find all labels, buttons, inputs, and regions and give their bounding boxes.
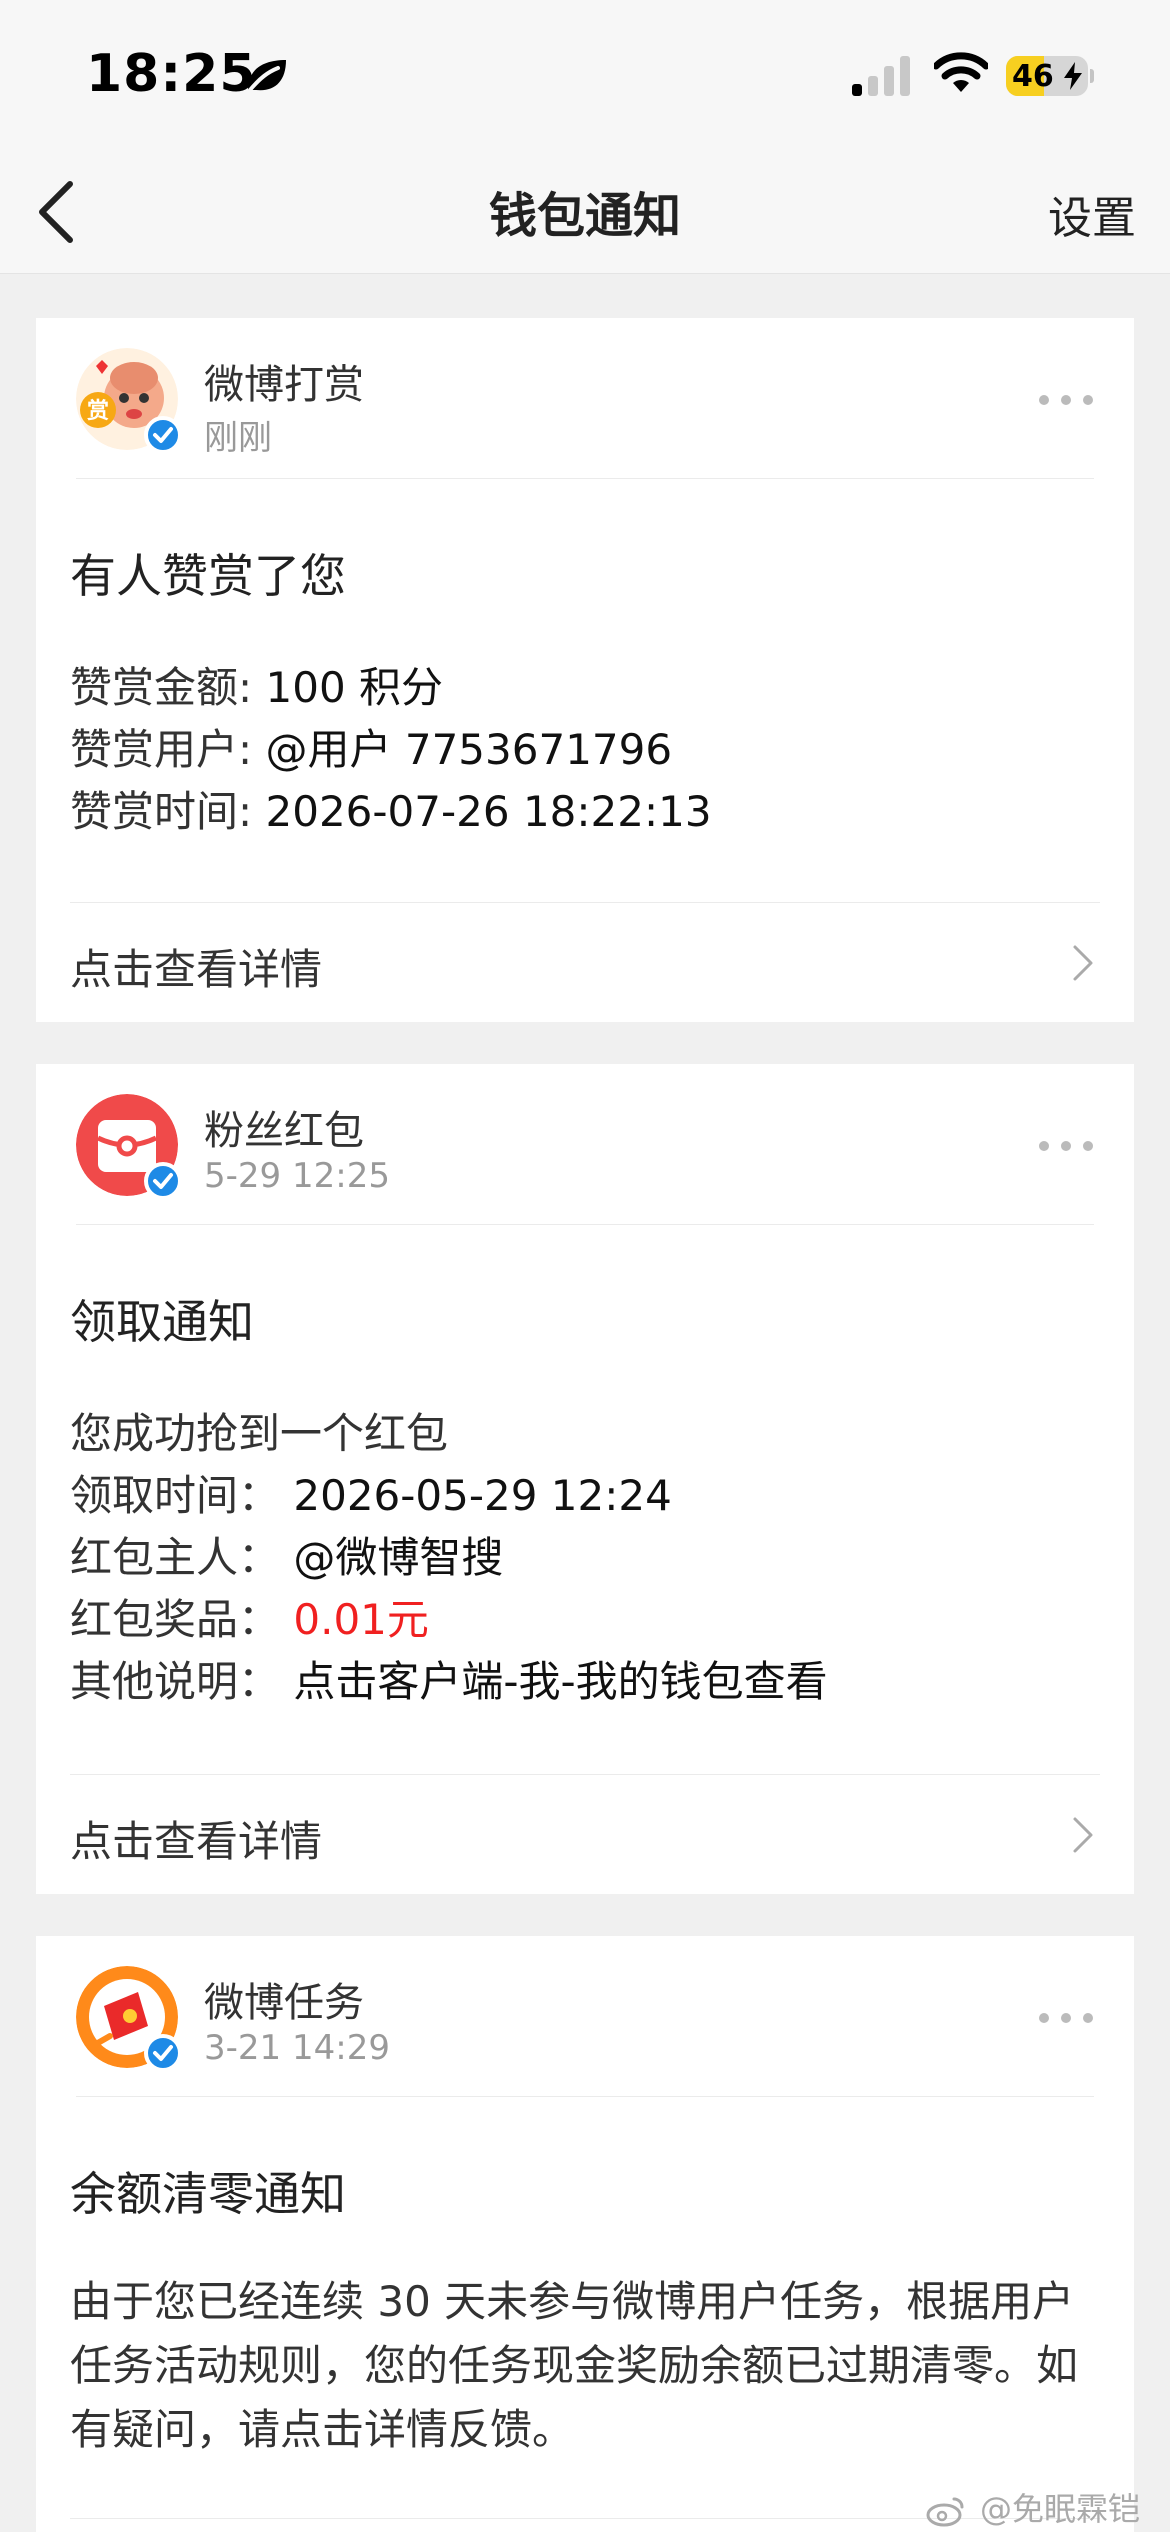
reward-time: 2026-07-26 18:22:13 [265, 787, 712, 836]
reward-amount: 100 积分 [265, 663, 444, 712]
notification-title: 余额清零通知 [70, 2167, 346, 2221]
reward-user-line: 赞赏用户: @用户 7753671796 [70, 716, 672, 777]
watermark: @免眠霖铠 [926, 2484, 1140, 2530]
claim-time-line: 领取时间： 2026-05-29 12:24 [70, 1462, 672, 1523]
other-notes-line: 其他说明： 点击客户端-我-我的钱包查看 [70, 1648, 828, 1709]
verified-badge-icon [144, 416, 182, 454]
view-details-row[interactable]: 点击查看详情 [36, 1774, 1134, 1894]
notification-time: 刚刚 [204, 418, 272, 458]
line-label: 赞赏时间: [70, 787, 253, 836]
more-options-icon[interactable] [1038, 1140, 1094, 1152]
weibo-logo-icon [926, 2497, 964, 2527]
header-divider [76, 478, 1094, 479]
chevron-right-icon [1073, 945, 1093, 981]
line-label: 赞赏金额: [70, 663, 253, 712]
header-divider [76, 2096, 1094, 2097]
charging-bolt-icon [1064, 62, 1082, 90]
notification-card-red-envelope: 粉丝红包 5-29 12:25 领取通知 您成功抢到一个红包 领取时间： 202… [36, 1064, 1134, 1894]
claim-time: 2026-05-29 12:24 [293, 1471, 672, 1520]
watermark-text: @免眠霖铠 [979, 2490, 1140, 2528]
sender-name[interactable]: 微博任务 [204, 1970, 364, 2028]
svg-text:赏: 赏 [87, 399, 109, 424]
other-notes: 点击客户端-我-我的钱包查看 [293, 1657, 828, 1706]
envelope-owner[interactable]: @微博智搜 [293, 1533, 503, 1582]
sender-name[interactable]: 粉丝红包 [204, 1098, 364, 1156]
navigation-bar: 钱包通知 设置 [0, 150, 1170, 274]
intro-line: 您成功抢到一个红包 [70, 1409, 449, 1458]
verified-badge-icon [144, 2034, 182, 2072]
battery-percent: 46 [1012, 59, 1054, 94]
battery-cap [1090, 69, 1094, 83]
reward-amount-line: 赞赏金额: 100 积分 [70, 654, 443, 715]
notification-card-task: 微博任务 3-21 14:29 余额清零通知 由于您已经连续 30 天未参与微博… [36, 1936, 1134, 2532]
line-label: 领取时间： [70, 1471, 281, 1520]
chevron-right-icon [1073, 1817, 1093, 1853]
verified-badge-icon [144, 1162, 182, 1200]
cellular-signal-icon [852, 56, 910, 96]
notification-title: 领取通知 [70, 1295, 254, 1349]
more-options-icon[interactable] [1038, 394, 1094, 406]
notification-title: 有人赞赏了您 [70, 549, 346, 603]
line-label: 其他说明： [70, 1657, 281, 1706]
notification-body: 由于您已经连续 30 天未参与微博用户任务，根据用户任务活动规则，您的任务现金奖… [70, 2277, 1079, 2454]
notification-time: 3-21 14:29 [204, 2028, 390, 2068]
view-details-label: 点击查看详情 [70, 1817, 323, 1866]
focus-leaf-icon [248, 60, 286, 92]
envelope-prize-line: 红包奖品： 0.01元 [70, 1586, 429, 1647]
wifi-icon [934, 52, 988, 92]
envelope-owner-line: 红包主人： @微博智搜 [70, 1524, 503, 1585]
line-label: 红包奖品： [70, 1595, 281, 1644]
reward-user[interactable]: @用户 7753671796 [266, 725, 673, 774]
reward-time-line: 赞赏时间: 2026-07-26 18:22:13 [70, 778, 712, 839]
more-options-icon[interactable] [1038, 2012, 1094, 2024]
page-title: 钱包通知 [488, 188, 681, 244]
status-bar: 18:25 46 [0, 0, 1170, 150]
notification-card-reward: 赏 微博打赏 刚刚 有人赞赏了您 赞赏金额: 100 积分 赞赏用户: @用户 … [36, 318, 1134, 1022]
notification-time: 5-29 12:25 [204, 1156, 390, 1196]
header-divider [76, 1224, 1094, 1225]
battery-indicator: 46 [1006, 56, 1088, 96]
line-label: 红包主人： [70, 1533, 281, 1582]
status-time: 18:25 [86, 44, 257, 104]
line-label: 赞赏用户: [70, 725, 253, 774]
envelope-prize: 0.01元 [293, 1595, 429, 1644]
view-details-row[interactable]: 点击查看详情 [36, 902, 1134, 1022]
sender-name[interactable]: 微博打赏 [204, 352, 364, 410]
view-details-label: 点击查看详情 [70, 945, 323, 994]
settings-button[interactable]: 设置 [1048, 182, 1136, 246]
